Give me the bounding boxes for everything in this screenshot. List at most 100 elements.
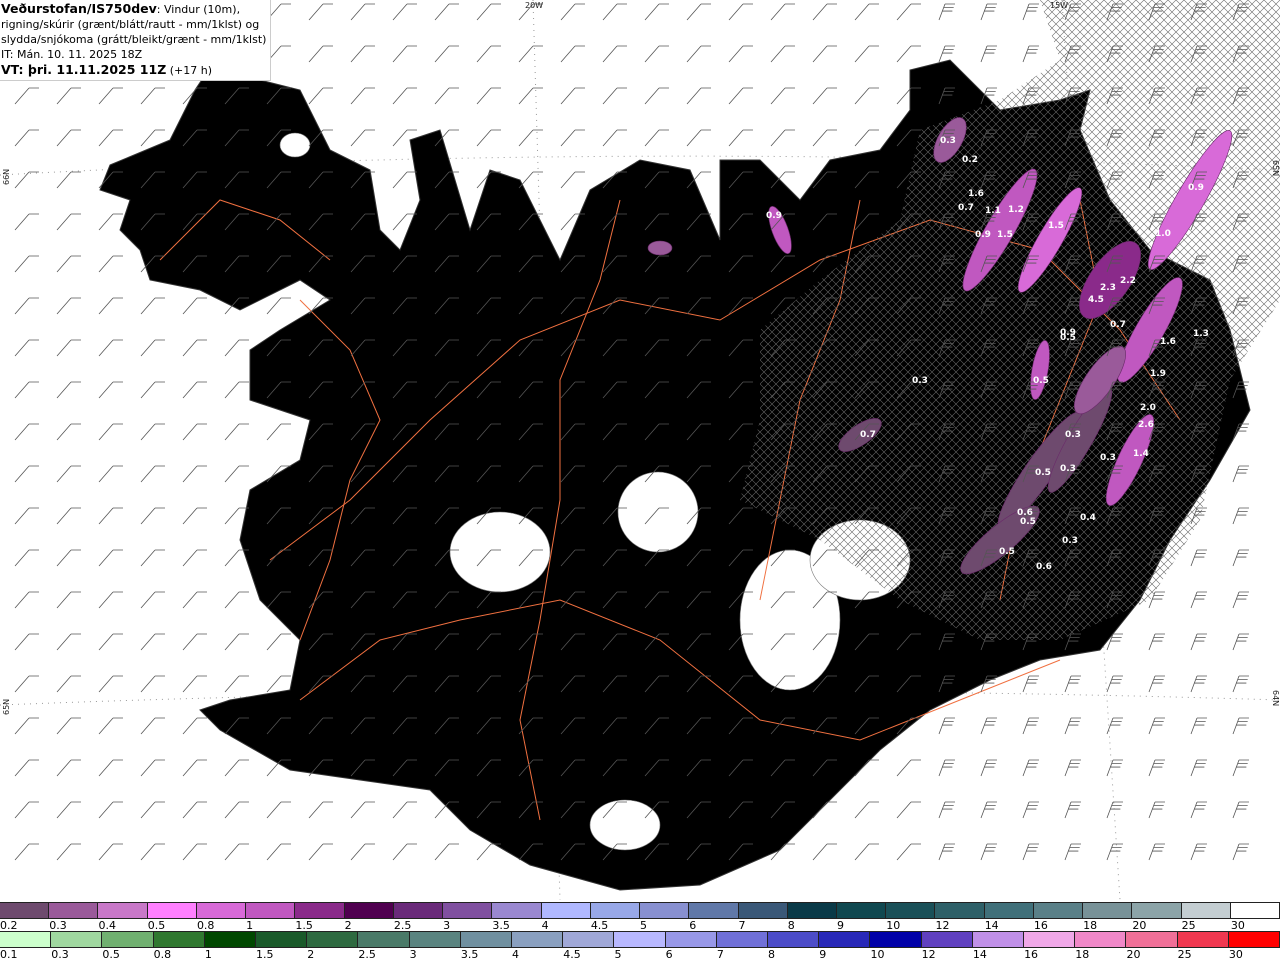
- precip-value-label: 1.3: [1193, 329, 1209, 339]
- wind-barb: [224, 465, 249, 483]
- snow-legend-swatch: [393, 903, 444, 918]
- precip-value-label: 0.3: [912, 376, 928, 386]
- wind-barb: [980, 801, 997, 819]
- rain-legend-swatch: [460, 932, 513, 947]
- precip-value-label: 0.9: [766, 211, 782, 221]
- wind-barb: [182, 843, 207, 861]
- rain-legend-swatch: [1075, 932, 1127, 947]
- lat-label-right-bottom: 64N: [1271, 690, 1280, 707]
- wind-barb: [434, 87, 459, 105]
- rain-legend-label: 1.5: [256, 948, 274, 961]
- description-line2: rigning/skúrir (grænt/blátt/rautt - mm/1…: [1, 18, 260, 31]
- rain-legend-label: 30: [1228, 948, 1243, 961]
- wind-barb: [140, 87, 165, 105]
- wind-barb: [56, 843, 81, 861]
- precip-value-label: 0.3: [1100, 453, 1116, 463]
- wind-barb: [14, 549, 39, 567]
- wind-barb: [98, 339, 123, 357]
- rain-legend-label: 9: [819, 948, 827, 961]
- wind-barb: [476, 87, 501, 105]
- wind-barb: [602, 45, 627, 63]
- snow-legend-swatch: [1083, 903, 1133, 918]
- snow-legend-swatch: [689, 903, 739, 918]
- precip-value-label: 0.9: [1188, 183, 1204, 193]
- wind-barb: [98, 591, 123, 609]
- rain-legend-label: 0.1: [0, 948, 18, 961]
- wind-barb: [56, 381, 81, 399]
- wind-barb: [182, 759, 207, 777]
- wind-barb: [1064, 759, 1081, 777]
- wind-barb: [14, 507, 39, 525]
- wind-barb: [560, 45, 585, 63]
- snow-legend-swatch: [738, 903, 788, 918]
- wind-barb: [14, 675, 39, 693]
- wind-barb: [1106, 759, 1123, 777]
- wind-barb: [182, 297, 207, 315]
- wind-barb: [686, 129, 711, 147]
- rain-legend-label: 3.5: [460, 948, 479, 961]
- wind-barb: [14, 423, 39, 441]
- rain-legend-swatch: [1024, 932, 1076, 947]
- wind-barb: [224, 801, 249, 819]
- wind-barb: [308, 3, 333, 21]
- wind-barb: [98, 87, 123, 105]
- precip-value-label: 0.2: [962, 155, 978, 165]
- snow-legend-swatch: [492, 903, 542, 918]
- wind-barb: [140, 423, 165, 441]
- wind-barb: [392, 843, 417, 861]
- precip-value-label: 0.5: [999, 547, 1015, 557]
- rain-legend-label: 4: [512, 948, 520, 961]
- wind-barb: [56, 591, 81, 609]
- wind-barb: [14, 255, 39, 273]
- wind-barb: [98, 129, 123, 147]
- wind-barb: [182, 381, 207, 399]
- snow-legend-swatch: [49, 903, 99, 918]
- wind-barb: [140, 297, 165, 315]
- wind-barb: [770, 3, 795, 21]
- wind-barb: [14, 297, 39, 315]
- wind-barb: [182, 633, 207, 651]
- rain-legend-swatch: [358, 932, 410, 947]
- wind-barb: [1022, 3, 1039, 21]
- wind-barb: [980, 717, 997, 735]
- rain-legend-label: 1: [204, 948, 212, 961]
- snow-legend-swatch: [196, 903, 247, 918]
- rain-legend-label: 18: [1075, 948, 1090, 961]
- wind-barb: [476, 3, 501, 21]
- rain-legend-swatch: [1228, 932, 1280, 947]
- wind-barb: [98, 675, 123, 693]
- precip-value-label: 1.2: [1008, 205, 1024, 215]
- wind-barb: [56, 801, 81, 819]
- wind-barb: [1232, 465, 1249, 483]
- wind-barb: [14, 87, 39, 105]
- wind-barb: [56, 255, 81, 273]
- wind-barb: [182, 507, 207, 525]
- wind-barb: [728, 129, 753, 147]
- wind-barb: [854, 801, 879, 819]
- wind-barb: [812, 843, 837, 861]
- rain-legend-swatch: [563, 932, 615, 947]
- wind-barb: [266, 675, 291, 693]
- wind-barb: [140, 549, 165, 567]
- wind-barb: [392, 45, 417, 63]
- rain-legend-label: 25: [1177, 948, 1192, 961]
- wind-barb: [1148, 801, 1165, 819]
- wind-barb: [938, 843, 955, 861]
- wind-barb: [56, 633, 81, 651]
- wind-barb: [140, 465, 165, 483]
- wind-barb: [98, 843, 123, 861]
- description-line1: : Vindur (10m),: [156, 3, 241, 16]
- wind-barb: [98, 633, 123, 651]
- snow-legend: 0.2 0.3 0.4 0.5 0.8 1 1.5 2 2.5 3 3.5 4 4.5 5 6 7 8 9 10 12…: [0, 902, 1280, 932]
- wind-barb: [1106, 717, 1123, 735]
- rain-legend-swatch: [819, 932, 871, 947]
- wind-barb: [140, 339, 165, 357]
- snow-colorbar: [0, 902, 1280, 919]
- wind-barb: [770, 87, 795, 105]
- wind-barb: [476, 129, 501, 147]
- precip-value-label: 0.7: [860, 430, 876, 440]
- wind-barb: [14, 465, 39, 483]
- wind-barb: [980, 843, 997, 861]
- wind-barb: [224, 381, 249, 399]
- wind-barb: [392, 87, 417, 105]
